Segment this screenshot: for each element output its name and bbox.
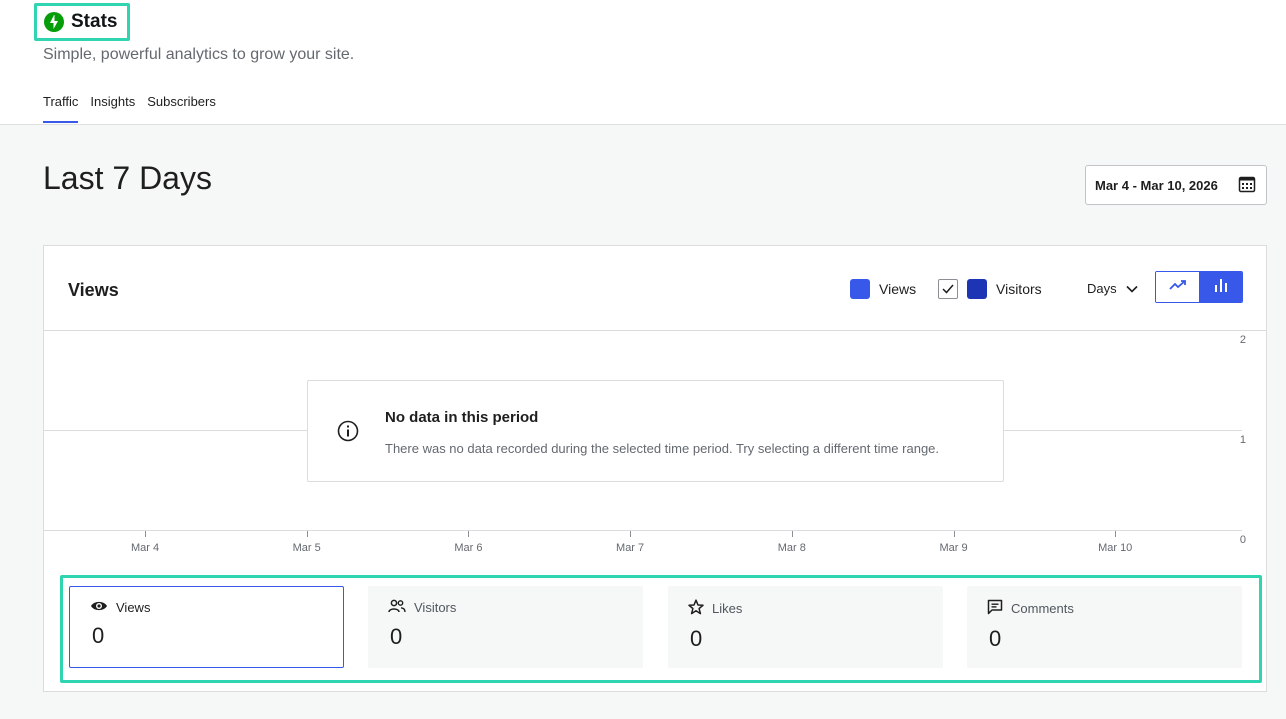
tab-bar: Traffic Insights Subscribers xyxy=(43,94,216,123)
chart-title: Views xyxy=(68,280,119,300)
x-tick-label: Mar 10 xyxy=(1098,542,1133,554)
stats-header: Stats Simple, powerful analytics to grow… xyxy=(0,0,1286,125)
tab-subscribers[interactable]: Subscribers xyxy=(147,94,216,123)
info-icon xyxy=(337,420,359,447)
tab-insights[interactable]: Insights xyxy=(90,94,135,123)
x-tick-label: Mar 5 xyxy=(292,542,321,554)
notice-text: There was no data recorded during the se… xyxy=(385,441,940,456)
date-range-button[interactable]: Mar 4 - Mar 10, 2026 xyxy=(1085,165,1267,205)
legend-views: Views xyxy=(850,279,916,299)
x-tick-mark xyxy=(1115,531,1117,537)
stat-label: Likes xyxy=(712,601,743,616)
legend-visitors-swatch xyxy=(967,279,987,299)
stat-label: Views xyxy=(116,600,151,615)
legend-visitors[interactable]: Visitors xyxy=(938,279,1042,299)
gridline xyxy=(44,530,1242,531)
tab-traffic[interactable]: Traffic xyxy=(43,94,79,123)
x-tick-label: Mar 6 xyxy=(454,542,483,554)
jetpack-logo-icon xyxy=(44,12,64,32)
notice-title: No data in this period xyxy=(385,409,539,426)
star-icon xyxy=(688,599,704,618)
stat-label: Comments xyxy=(1011,601,1074,616)
page-title: Last 7 Days xyxy=(43,160,212,196)
bar-chart-button[interactable] xyxy=(1199,272,1242,302)
visitors-checkbox[interactable] xyxy=(938,279,958,299)
x-tick-mark xyxy=(630,531,632,537)
line-chart-button[interactable] xyxy=(1156,272,1199,302)
chevron-down-icon xyxy=(1126,281,1138,296)
y-tick-label: 2 xyxy=(1239,334,1246,346)
stat-tile-comments[interactable]: Comments 0 xyxy=(967,586,1242,668)
stat-tiles: Views 0 Visitors 0 Likes 0 Comments 0 xyxy=(60,575,1262,683)
stat-value: 0 xyxy=(390,624,403,649)
line-chart-icon xyxy=(1168,278,1187,296)
stat-value: 0 xyxy=(92,623,105,648)
legend-views-label: Views xyxy=(879,281,917,297)
chart-card-header: Views Views Visitors Days xyxy=(44,246,1266,331)
interval-value: Days xyxy=(1087,281,1117,296)
x-tick-label: Mar 9 xyxy=(939,542,968,554)
chart-type-toggle xyxy=(1155,271,1243,303)
eye-icon xyxy=(90,600,108,615)
x-tick-label: Mar 4 xyxy=(130,542,160,554)
legend-visitors-label: Visitors xyxy=(996,281,1042,297)
y-tick-label: 1 xyxy=(1239,434,1246,446)
y-tick-label: 0 xyxy=(1239,534,1246,546)
stat-label: Visitors xyxy=(414,600,457,615)
stat-tile-visitors[interactable]: Visitors 0 xyxy=(368,586,643,668)
x-tick-mark xyxy=(306,531,308,537)
app-subtitle: Simple, powerful analytics to grow your … xyxy=(43,46,355,63)
legend-views-swatch xyxy=(850,279,870,299)
calendar-icon xyxy=(1238,175,1256,196)
x-tick-label: Mar 8 xyxy=(777,542,806,554)
stat-value: 0 xyxy=(690,626,703,651)
stat-tile-likes[interactable]: Likes 0 xyxy=(668,586,943,668)
x-tick-mark xyxy=(791,531,793,537)
stat-value: 0 xyxy=(989,626,1002,651)
date-range-label: Mar 4 - Mar 10, 2026 xyxy=(1095,177,1218,193)
x-tick-label: Mar 7 xyxy=(616,542,645,554)
x-tick-mark xyxy=(953,531,955,537)
no-data-notice: No data in this period There was no data… xyxy=(307,380,1004,482)
interval-select[interactable]: Days xyxy=(1087,281,1138,296)
people-icon xyxy=(388,599,406,616)
comment-icon xyxy=(987,599,1003,618)
app-title: Stats xyxy=(71,11,118,32)
bar-chart-icon xyxy=(1214,277,1228,298)
views-chart-card: Views Views Visitors Days 2 1 0 Mar 4 Ma… xyxy=(43,245,1267,692)
x-tick-mark xyxy=(145,531,146,537)
x-tick-mark xyxy=(468,531,470,537)
stat-tile-views[interactable]: Views 0 xyxy=(69,586,344,668)
brand: Stats xyxy=(34,3,130,41)
